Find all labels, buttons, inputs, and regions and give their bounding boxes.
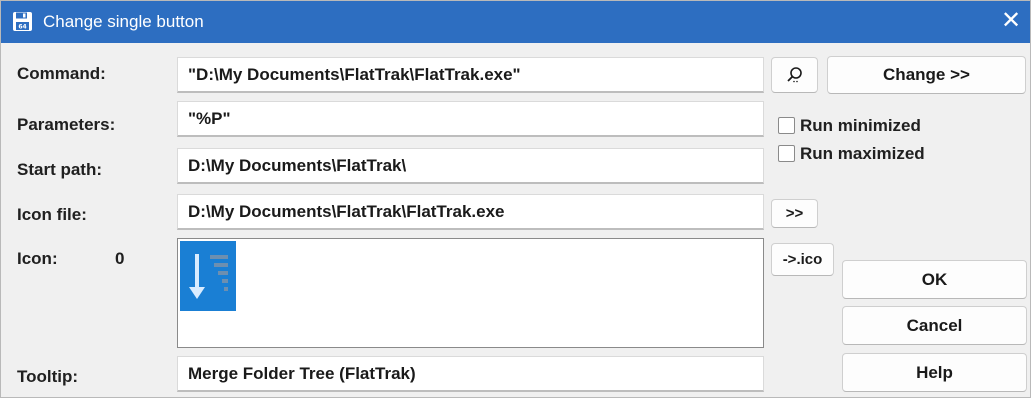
run-maximized-box[interactable] (778, 145, 795, 162)
run-minimized-checkbox[interactable]: Run minimized (778, 116, 978, 138)
tooltip-label: Tooltip: (17, 367, 79, 386)
find-command-button[interactable] (771, 57, 818, 93)
cancel-button[interactable]: Cancel (842, 306, 1027, 345)
tooltip-field[interactable]: Merge Folder Tree (FlatTrak) (177, 356, 764, 392)
icon-file-label: Icon file: (17, 205, 87, 224)
dialog-title: Change single button (43, 12, 204, 31)
magnifier-icon (787, 67, 802, 83)
browse-icon-button[interactable]: >> (771, 199, 818, 228)
icon-list[interactable] (177, 238, 764, 348)
run-minimized-box[interactable] (778, 117, 795, 134)
close-icon[interactable]: ✕ (998, 8, 1024, 34)
command-label: Command: (17, 64, 106, 83)
floppy-disk-icon: 64 (13, 12, 32, 31)
icon-index: 0 (115, 249, 125, 268)
convert-to-ico-button[interactable]: ->.ico (771, 243, 834, 276)
help-button[interactable]: Help (842, 353, 1027, 392)
start-path-field[interactable]: D:\My Documents\FlatTrak\ (177, 148, 764, 184)
svg-text:64: 64 (18, 24, 26, 31)
run-maximized-checkbox[interactable]: Run maximized (778, 144, 978, 166)
icon-file-field[interactable]: D:\My Documents\FlatTrak\FlatTrak.exe (177, 194, 764, 230)
dialog-window: 64 Change single button ✕ Command: "D:\M… (0, 0, 1031, 398)
run-minimized-label: Run minimized (800, 116, 921, 135)
command-field[interactable]: "D:\My Documents\FlatTrak\FlatTrak.exe" (177, 57, 764, 93)
parameters-label: Parameters: (17, 115, 116, 134)
run-maximized-label: Run maximized (800, 144, 925, 163)
parameters-field[interactable]: "%P" (177, 101, 764, 137)
ok-button[interactable]: OK (842, 260, 1027, 299)
start-path-label: Start path: (17, 160, 102, 179)
flattrak-app-icon[interactable] (180, 241, 236, 311)
change-button[interactable]: Change >> (827, 56, 1026, 94)
title-bar: 64 Change single button ✕ (1, 1, 1030, 43)
icon-label: Icon: (17, 249, 58, 268)
